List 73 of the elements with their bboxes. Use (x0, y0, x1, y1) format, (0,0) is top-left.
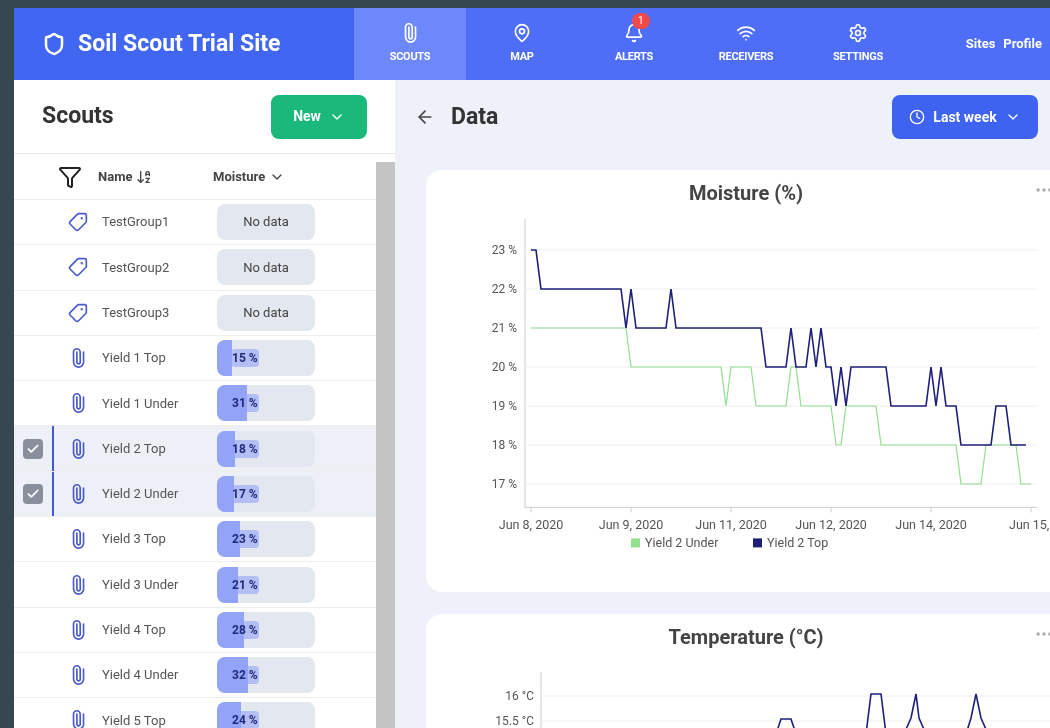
legend-label: Yield 2 Top (767, 535, 829, 551)
header-link[interactable]: Sites (965, 34, 996, 54)
header-link[interactable]: Profile (1003, 34, 1042, 54)
x-tick-label: Jun 8, 2020 (498, 517, 564, 533)
x-tick-label: Jun 15, (1009, 517, 1050, 533)
x-tick-label: Jun 11, 2020 (695, 517, 767, 533)
scout-name: Yield 3 Under (102, 575, 180, 594)
row-checkbox[interactable] (23, 483, 43, 504)
row-checkbox[interactable] (23, 438, 43, 459)
moisture-reading: 23 % (231, 530, 259, 549)
sidebar-title: Scouts (42, 101, 114, 132)
scrollbar[interactable] (376, 162, 395, 728)
scout-name: Yield 4 Under (102, 666, 180, 685)
moisture-reading: 17 % (231, 484, 259, 503)
alert-badge: 1 (632, 12, 650, 29)
tag-icon (68, 257, 88, 278)
scout-row[interactable]: Yield 2 Top 18 % (14, 426, 376, 472)
clock-icon (909, 109, 926, 125)
y-tick-label: 16 °C (505, 689, 534, 703)
tag-icon (68, 212, 88, 233)
settings-icon (848, 22, 868, 43)
moisture-reading: 21 % (231, 575, 259, 594)
y-tick-label: 19 % (491, 399, 517, 413)
no-data-pill: No data (217, 294, 315, 331)
y-tick-label: 20 % (491, 360, 517, 374)
scout-name: Yield 3 Top (102, 530, 167, 549)
scout-name: TestGroup1 (102, 213, 171, 232)
moisture-reading: 32 % (231, 666, 259, 685)
filter-icon[interactable] (58, 164, 82, 189)
scout-name: Yield 5 Top (102, 711, 167, 728)
moisture-reading: 18 % (231, 439, 259, 458)
scout-name: Yield 4 Top (102, 621, 167, 640)
x-tick-label: Jun 12, 2020 (795, 517, 867, 533)
legend-swatch (631, 538, 640, 548)
sort-icon (136, 168, 153, 185)
scout-row[interactable]: Yield 2 Under 17 % (14, 471, 376, 518)
moisture-reading: 28 % (231, 620, 259, 639)
y-tick-label: 23 % (491, 243, 517, 257)
x-tick-label: Jun 9, 2020 (598, 517, 664, 533)
y-tick-label: 17 % (491, 477, 517, 491)
nav-tab[interactable]: SETTINGS (802, 8, 914, 80)
scout-name: TestGroup2 (102, 258, 171, 277)
moisture-reading: 31 % (231, 394, 259, 413)
date-range-button[interactable]: Last week (892, 95, 1038, 139)
no-data-pill: No data (217, 204, 315, 241)
bell-icon (624, 22, 644, 43)
chart-title: Temperature (°C) (667, 624, 825, 651)
y-tick-label: 18 % (491, 438, 517, 452)
x-tick-label: Jun 14, 2020 (895, 517, 967, 533)
shield-logo-icon (42, 32, 66, 56)
moisture-reading: 15 % (231, 349, 259, 368)
y-tick-label: 15.5 °C (495, 714, 534, 728)
legend-swatch (753, 538, 762, 548)
scout-name: Yield 1 Under (102, 394, 180, 413)
nav-tab[interactable]: 1 ALERTS (578, 8, 690, 80)
name-column-header[interactable]: Name (98, 166, 213, 187)
site-title: Soil Scout Trial Site (78, 28, 281, 59)
moisture-reading: 24 % (231, 711, 259, 728)
page-title: Data (451, 101, 499, 132)
scout-name: Yield 2 Under (102, 485, 180, 504)
no-data-pill: No data (217, 249, 315, 286)
scout-name: Yield 1 Top (102, 349, 167, 368)
y-tick-label: 21 % (491, 321, 517, 335)
legend-label: Yield 2 Under (645, 535, 719, 551)
scout-name: TestGroup3 (102, 304, 171, 322)
nav-tab[interactable]: MAP (466, 8, 578, 80)
scout-name: Yield 2 Top (102, 439, 167, 458)
tag-icon (68, 302, 88, 323)
chart-title: Moisture (%) (687, 180, 804, 207)
moisture-column-header[interactable]: Moisture (213, 166, 286, 187)
y-tick-label: 22 % (491, 282, 517, 296)
nav-tab[interactable]: RECEIVERS (690, 8, 802, 80)
map-pin-icon (512, 22, 532, 43)
